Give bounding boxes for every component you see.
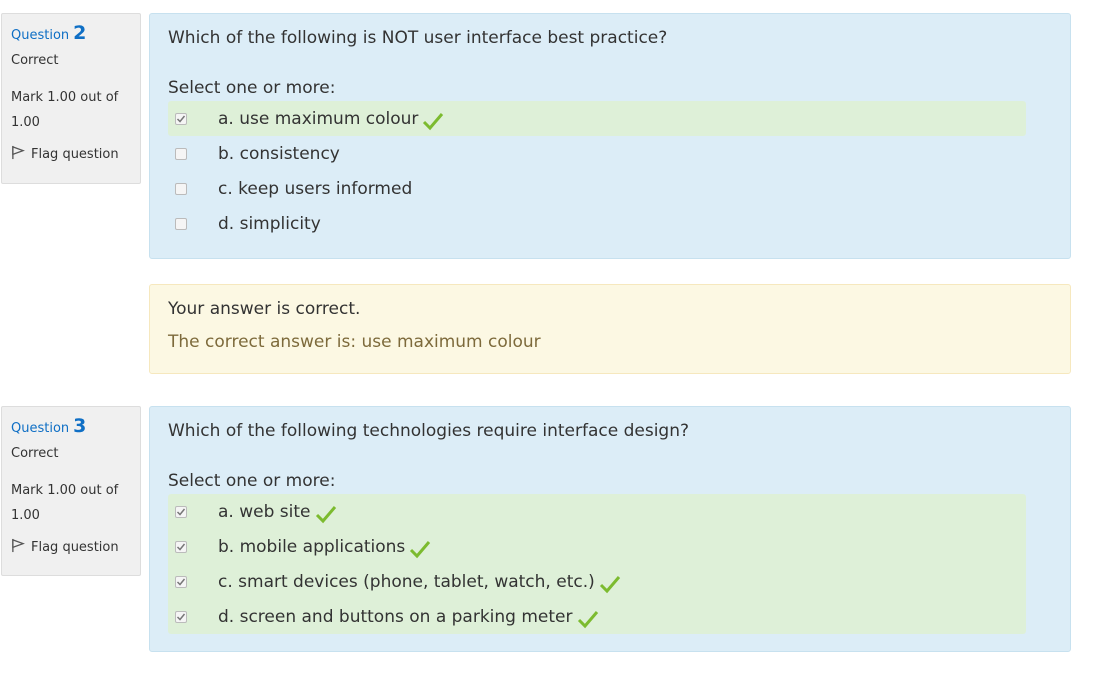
checkbox-unchecked[interactable] [175,182,187,195]
answer-text: c. keep users informed [218,178,413,199]
answer-list: a. web site b. mobile applications c. sm… [168,494,1026,634]
answer-option-d[interactable]: d. screen and buttons on a parking meter [168,599,1026,634]
right-answer: The correct answer is: use maximum colou… [168,332,541,352]
question-text: Which of the following is NOT user inter… [168,28,668,48]
answer-option-b[interactable]: b. mobile applications [168,529,1026,564]
answer-text: a. web site [218,501,311,522]
checkbox-checked[interactable] [175,505,187,518]
correct-tick-icon [315,505,336,523]
question-3-info: Question 3 Correct Mark 1.00 out of 1.00… [1,406,141,576]
question-text: Which of the following technologies requ… [168,421,690,441]
answer-option-c[interactable]: c. smart devices (phone, tablet, watch, … [168,564,1026,599]
answer-option-a[interactable]: a. use maximum colour [168,101,1026,136]
question-number: Question 3 [11,415,87,437]
answer-text: d. screen and buttons on a parking meter [218,606,573,627]
flag-label: Flag question [31,540,119,555]
answer-text: a. use maximum colour [218,108,419,129]
correct-tick-icon [423,112,444,130]
answer-option-a[interactable]: a. web site [168,494,1026,529]
answer-option-d[interactable]: d. simplicity [168,206,1026,241]
answer-prompt: Select one or more: [168,471,336,491]
answer-text: b. consistency [218,143,340,164]
flag-question-link[interactable]: Flag question [11,145,131,164]
question-2-info: Question 2 Correct Mark 1.00 out of 1.00… [1,13,141,184]
answer-list: a. use maximum colour b. consistency c. … [168,101,1026,241]
question-state: Correct [11,53,59,68]
answer-text: c. smart devices (phone, tablet, watch, … [218,571,595,592]
correct-tick-icon [410,540,431,558]
answer-text: b. mobile applications [218,536,406,557]
question-number: Question 2 [11,22,87,44]
checkbox-checked[interactable] [175,112,187,125]
answer-option-c[interactable]: c. keep users informed [168,171,1026,206]
answer-prompt: Select one or more: [168,78,336,98]
answer-option-b[interactable]: b. consistency [168,136,1026,171]
checkbox-checked[interactable] [175,575,187,588]
flag-question-link[interactable]: Flag question [11,538,131,557]
answer-text: d. simplicity [218,213,321,234]
checkbox-unchecked[interactable] [175,217,187,230]
correct-tick-icon [577,610,598,628]
checkbox-checked[interactable] [175,610,187,623]
question-3-formulation: Which of the following technologies requ… [149,406,1071,652]
flag-label: Flag question [31,147,119,162]
general-feedback: Your answer is correct. [168,299,361,319]
question-state: Correct [11,446,59,461]
question-2-feedback: Your answer is correct. The correct answ… [149,284,1071,374]
question-grade: Mark 1.00 out of 1.00 [11,483,119,523]
correct-tick-icon [599,575,620,593]
flag-icon [11,538,26,557]
question-grade: Mark 1.00 out of 1.00 [11,90,119,130]
checkbox-unchecked[interactable] [175,147,187,160]
checkbox-checked[interactable] [175,540,187,553]
flag-icon [11,145,26,164]
question-2-formulation: Which of the following is NOT user inter… [149,13,1071,259]
